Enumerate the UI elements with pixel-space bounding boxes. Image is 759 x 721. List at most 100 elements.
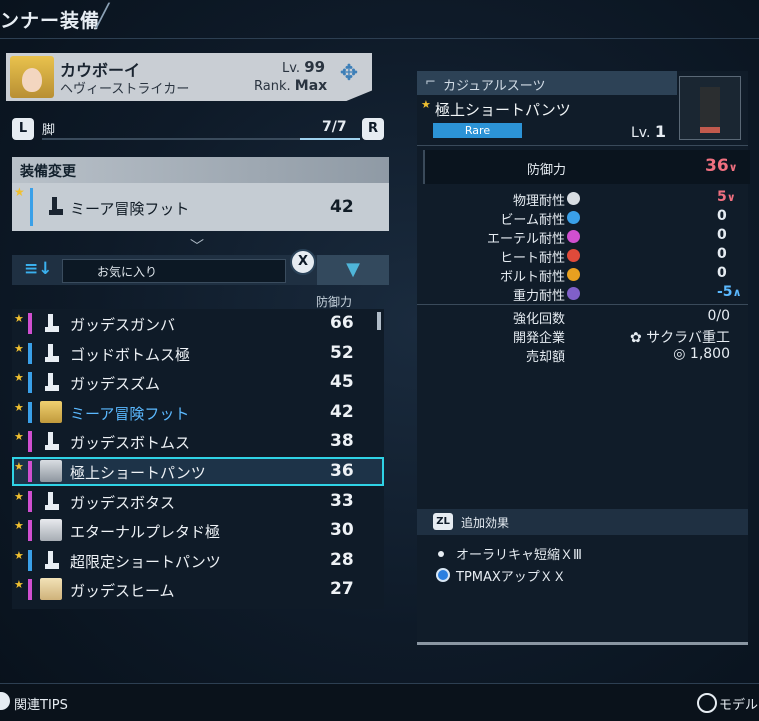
defense-value: 36∨ — [705, 156, 738, 176]
stick-icon — [697, 693, 717, 713]
sell-price: 1,800 — [689, 346, 730, 362]
item-name: エターナルプレタド極 — [70, 523, 221, 542]
item-value: 45 — [330, 372, 354, 393]
current-equipment-name: ミーア冒険フット — [70, 200, 190, 218]
character-rank: Rank. Max — [254, 78, 327, 94]
stat-row: ビーム耐性 0 — [417, 208, 748, 228]
equipment-list: ★ ガッデスガンバ 66 ★ ゴッドボトムス極 52 ★ ガッデスズム 45 ★ ミーア冒険フット 4… — [12, 309, 384, 609]
list-item[interactable]: ★ ガッデスボトムス 38 — [12, 427, 384, 456]
divider — [417, 304, 748, 305]
element-icon — [567, 230, 580, 243]
list-item[interactable]: ★ 超限定ショートパンツ 28 — [12, 546, 384, 575]
info-value: ◎ 1,800 — [673, 346, 730, 362]
favorite-star-icon: ★ — [14, 371, 24, 385]
rarity-bar — [28, 579, 32, 601]
item-name: 超限定ショートパンツ — [70, 552, 221, 571]
divider — [417, 145, 748, 146]
top-bar: ンナー装備 ╱ — [0, 0, 759, 39]
current-equipment[interactable]: ★ ミーア冒険フット 42 — [12, 183, 389, 231]
info-label: 強化回数 — [512, 312, 565, 327]
effect-item: オーラリキャ短縮ＸⅢ — [420, 544, 582, 563]
boot-icon — [49, 197, 63, 215]
stat-number: 0 — [717, 246, 727, 262]
info-value: 0/0 — [707, 308, 730, 324]
related-tips-button[interactable]: 関連TIPS — [14, 694, 68, 713]
sort-dropdown[interactable]: お気に入り — [62, 259, 286, 283]
character-portrait-icon — [40, 519, 62, 542]
stat-number: 0 — [717, 227, 727, 243]
item-value: 27 — [330, 579, 354, 600]
list-scrollbar[interactable] — [377, 312, 381, 330]
boot-icon — [45, 550, 59, 569]
item-value: 30 — [330, 520, 354, 541]
rarity-bar — [28, 431, 32, 453]
info-label: 売却額 — [525, 350, 565, 365]
favorite-star-icon: ★ — [14, 519, 24, 533]
list-item[interactable]: ★ ミーア冒険フット 42 — [12, 398, 384, 427]
zl-button[interactable]: ZL — [433, 513, 453, 530]
slot-selector: L 脚 7/7 R — [12, 118, 384, 144]
sort-icon[interactable]: ≡↓ — [24, 259, 53, 279]
company-name: サクラバ重工 — [646, 330, 730, 346]
rarity-badge: Rare — [433, 123, 522, 138]
boot-icon — [45, 491, 59, 510]
list-item[interactable]: ★ ガッデスヒーム 27 — [12, 575, 384, 604]
item-value: 28 — [330, 549, 354, 570]
character-portrait-icon — [40, 460, 62, 482]
stat-row: ボルト耐性 0 — [417, 265, 748, 285]
character-portrait-icon — [40, 400, 62, 423]
page-title: ンナー装備 — [0, 10, 101, 32]
favorite-star-icon: ★ — [14, 460, 24, 473]
equip-change-title: 装備変更 — [20, 164, 76, 180]
item-name: 極上ショートパンツ — [70, 464, 206, 482]
model-button[interactable]: モデル — [719, 694, 758, 713]
button-icon — [0, 692, 10, 710]
element-icon — [567, 268, 580, 281]
character-card: カウボーイ ヘヴィーストライカー Lv. 99 Rank. Max ✥ — [6, 53, 372, 101]
stat-number: -5 — [717, 284, 733, 300]
credit-icon: ◎ — [673, 346, 690, 362]
item-name: ゴッドボトムス極 — [70, 345, 191, 364]
next-slot-button[interactable]: R — [362, 118, 384, 140]
list-item[interactable]: ★ エターナルプレタド極 30 — [12, 516, 384, 545]
rarity-bar — [28, 342, 32, 364]
stat-value: -5∧ — [717, 284, 742, 300]
element-icon — [567, 249, 580, 262]
list-item[interactable]: ★ 極上ショートパンツ 36 — [12, 457, 384, 486]
favorite-star-icon: ★ — [14, 578, 24, 592]
list-item[interactable]: ★ ゴッドボトムス極 52 — [12, 339, 384, 368]
character-class: ヘヴィーストライカー — [60, 82, 190, 97]
stat-value: 5∨ — [717, 189, 736, 205]
favorite-star-icon: ★ — [14, 400, 24, 414]
list-item[interactable]: ★ ガッデスボタス 33 — [12, 487, 384, 516]
item-value: 33 — [330, 490, 354, 511]
boot-icon — [45, 373, 59, 392]
decrease-arrow-icon: ∨ — [726, 191, 736, 204]
stat-row: 重力耐性 -5∧ — [417, 284, 748, 304]
boot-icon — [45, 432, 59, 451]
x-button[interactable]: X — [290, 249, 316, 275]
level-label: Lv. — [282, 61, 301, 76]
stat-label: ボルト耐性 — [499, 270, 565, 285]
defense-number: 36 — [705, 156, 729, 176]
rarity-bar — [28, 461, 32, 482]
stat-label: ヒート耐性 — [499, 251, 565, 266]
list-item[interactable]: ★ ガッデスズム 45 — [12, 368, 384, 397]
effect-text: TPMAXアップＸＸ — [456, 570, 566, 585]
title-slash: ╱ — [96, 4, 110, 29]
stat-label: 重力耐性 — [512, 289, 565, 304]
defense-label: 防御力 — [527, 163, 567, 178]
stat-number: 5 — [717, 189, 727, 205]
stat-number: 0 — [717, 265, 727, 281]
effect-item: TPMAXアップＸＸ — [420, 566, 566, 585]
list-item[interactable]: ★ ガッデスガンバ 66 — [12, 309, 384, 338]
prev-slot-button[interactable]: L — [12, 118, 34, 140]
stat-number: 0 — [717, 208, 727, 224]
item-name: 極上ショートパンツ — [435, 101, 571, 119]
stat-value: 0 — [717, 246, 727, 262]
filter-icon[interactable]: ▼ — [317, 255, 389, 285]
footer-bar: 関連TIPS モデル — [0, 683, 759, 721]
top-divider — [0, 38, 759, 39]
favorite-star-icon: ★ — [14, 341, 24, 355]
item-name: ガッデスガンバ — [70, 316, 176, 334]
